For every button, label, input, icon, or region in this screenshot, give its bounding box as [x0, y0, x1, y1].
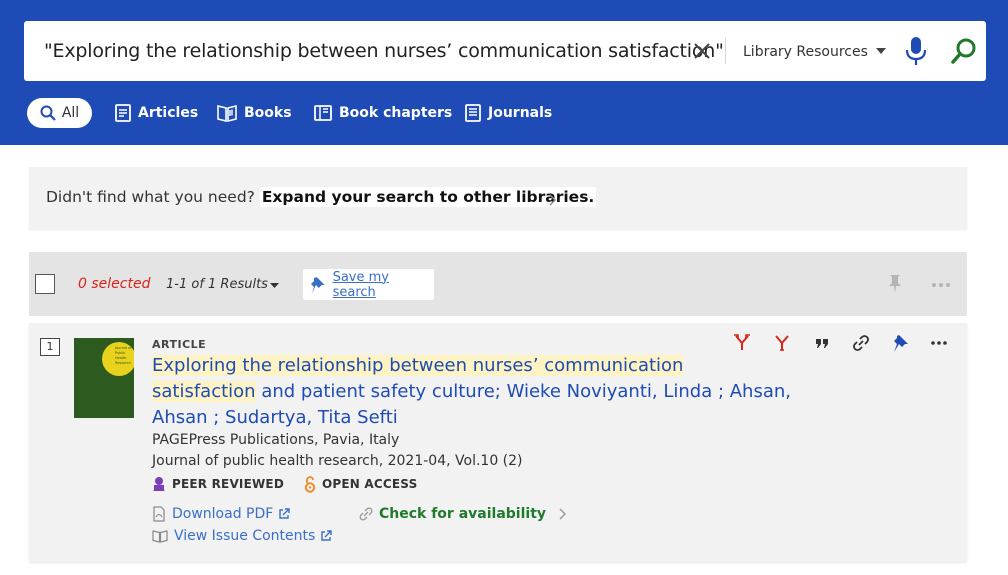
book-icon — [217, 104, 237, 122]
tab-articles[interactable]: Articles — [114, 98, 198, 128]
peer-reviewed-label: PEER REVIEWED — [172, 477, 284, 491]
cover-thumbnail[interactable]: Journal of Public Health Research — [74, 338, 134, 418]
result-title-link[interactable]: Exploring the relationship between nurse… — [152, 353, 792, 431]
tab-all[interactable]: All — [27, 98, 92, 128]
book-chapter-icon — [314, 105, 332, 121]
chevron-right-icon[interactable] — [548, 194, 556, 206]
badges: PEER REVIEWED OPEN ACCESS — [152, 475, 437, 493]
cover-title: Journal of Public Health Research — [115, 346, 132, 365]
tab-book-chapters[interactable]: Book chapters — [313, 98, 452, 128]
result-number: 1 — [40, 338, 60, 356]
selected-count: 0 selected — [78, 276, 151, 292]
clear-icon[interactable] — [692, 41, 712, 61]
microphone-icon[interactable] — [904, 36, 928, 66]
banner-prefix: Didn't find what you need? — [46, 188, 255, 206]
cite-quote-icon[interactable] — [812, 333, 832, 353]
tab-label: All — [61, 105, 80, 121]
item-type: ARTICLE — [152, 338, 207, 351]
pin-icon — [311, 276, 325, 294]
search-icon — [40, 105, 56, 121]
search-scope-select[interactable]: Library Resources — [743, 21, 868, 81]
peer-reviewed-icon — [153, 477, 165, 491]
download-pdf-label: Download PDF — [172, 506, 274, 522]
tab-label: Book chapters — [339, 105, 453, 121]
cited-by-icon[interactable] — [732, 333, 752, 353]
publisher: PAGEPress Publications, Pavia, Italy — [152, 432, 400, 448]
journal-info: Journal of public health research, 2021-… — [152, 453, 523, 469]
book-open-icon — [152, 530, 168, 543]
divider — [725, 38, 726, 64]
pdf-icon — [153, 506, 165, 522]
link-icon — [359, 507, 373, 521]
open-access-badge: OPEN ACCESS — [304, 475, 418, 493]
tab-label: Articles — [138, 105, 199, 121]
save-search-label: Save my search — [332, 269, 389, 300]
expand-search-link[interactable]: Expand your search to other libraries. — [259, 187, 597, 207]
open-access-label: OPEN ACCESS — [322, 477, 418, 491]
search-input[interactable]: "Exploring the relationship between nurs… — [44, 21, 724, 81]
tab-books[interactable]: Books — [216, 98, 292, 128]
tab-label: Journals — [488, 105, 553, 121]
result-item: 1 Journal of Public Health Research ARTI… — [29, 323, 967, 562]
external-link-icon — [321, 530, 333, 541]
header: "Exploring the relationship between nurs… — [0, 0, 1008, 145]
caret-down-icon[interactable] — [876, 48, 886, 54]
tab-journals[interactable]: Journals — [464, 98, 552, 128]
results-count-dropdown[interactable]: 1-1 of 1 Results — [166, 277, 268, 292]
download-pdf-link[interactable]: Download PDF — [152, 506, 296, 522]
tab-label: Books — [244, 105, 292, 121]
results-toolbar: 0 selected 1-1 of 1 Results Save my sear… — [29, 252, 967, 316]
external-link-icon — [279, 508, 291, 519]
chevron-right-icon — [559, 508, 567, 520]
caret-down-icon[interactable] — [270, 283, 279, 288]
open-access-icon — [304, 475, 316, 493]
pin-icon[interactable] — [892, 333, 912, 353]
view-issue-link[interactable]: View Issue Contents — [152, 528, 338, 544]
article-icon — [115, 104, 131, 122]
save-search-button[interactable]: Save my search — [303, 269, 434, 300]
citations-icon[interactable] — [772, 333, 792, 353]
expand-search-banner: Didn't find what you need? Expand your s… — [29, 167, 967, 229]
peer-reviewed-badge: PEER REVIEWED — [152, 476, 284, 492]
availability-label: Check for availability — [379, 506, 547, 522]
pin-icon[interactable] — [887, 274, 903, 294]
select-all-checkbox[interactable] — [35, 274, 55, 294]
view-issue-label: View Issue Contents — [174, 528, 316, 544]
banner-text: Didn't find what you need? Expand your s… — [46, 187, 597, 207]
more-options-icon[interactable] — [929, 333, 949, 353]
search-icon[interactable] — [950, 37, 978, 65]
journal-icon — [465, 104, 481, 122]
search-bar: "Exploring the relationship between nurs… — [24, 21, 986, 81]
more-options-icon[interactable] — [931, 282, 951, 288]
check-availability-link[interactable]: Check for availability — [359, 506, 572, 522]
permalink-icon[interactable] — [851, 333, 871, 353]
